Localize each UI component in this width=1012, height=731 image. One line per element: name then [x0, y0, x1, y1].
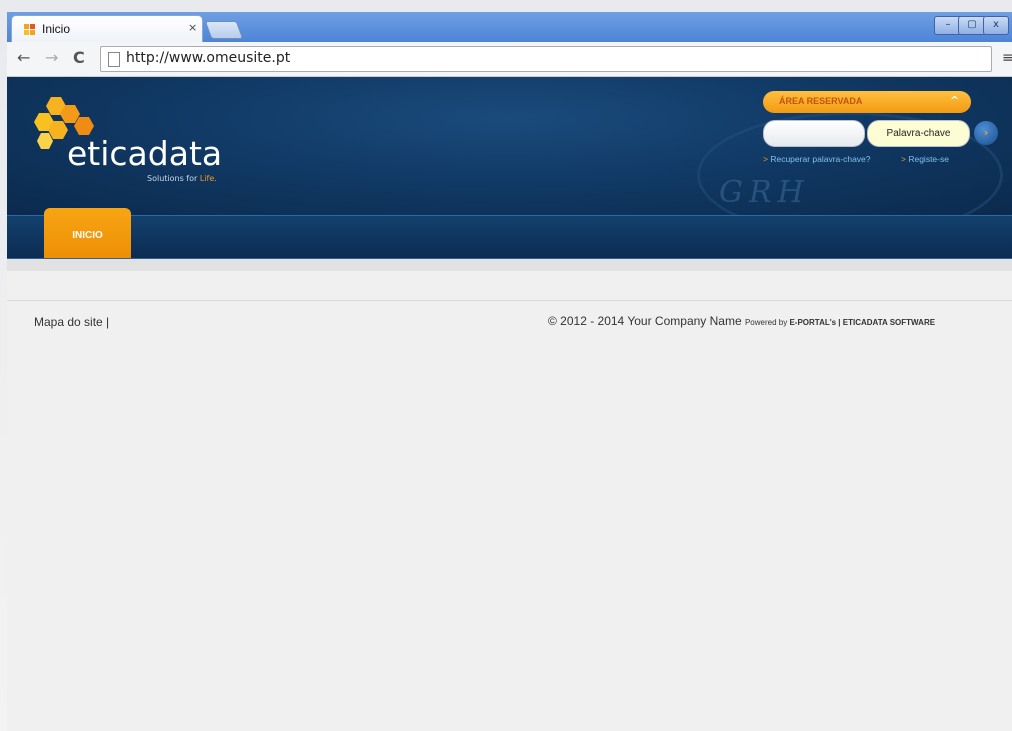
recover-arrow-icon: > [763, 154, 768, 164]
logo-tagline: Solutions for Life. [147, 174, 217, 183]
footer-copyright: © 2012 - 2014 Your Company Name Powered … [548, 314, 935, 328]
tab-title: Inicio [42, 22, 71, 36]
powered-by-text: Powered by [744, 318, 790, 327]
address-bar[interactable]: http://www.omeusite.pt [100, 46, 992, 72]
new-tab-button[interactable] [204, 21, 244, 39]
recover-password-label: Recuperar palavra-chave? [770, 154, 871, 164]
footer-divider [7, 300, 1012, 301]
back-icon[interactable]: ← [17, 48, 30, 67]
reserved-area-title: ÁREA RESERVADA [779, 96, 863, 106]
menu-icon[interactable]: ≡ [1002, 50, 1012, 66]
logo-wordmark[interactable]: eticadata [67, 134, 222, 173]
grh-watermark: GRH [719, 175, 810, 210]
register-link[interactable]: > Registe-se [901, 154, 949, 164]
tab-inicio[interactable]: Inicio × [11, 15, 203, 43]
url-text[interactable]: http://www.omeusite.pt [126, 50, 290, 66]
site-nav: INICIO [7, 208, 1012, 260]
close-window-button[interactable]: x [983, 16, 1009, 35]
register-arrow-icon: > [901, 154, 906, 164]
tagline-highlight: Life. [199, 174, 217, 183]
site-header: GRH eticadata Solutions for Life. ÁREA R… [7, 77, 1012, 215]
browser-toolbar: ← → C http://www.omeusite.pt ≡ [7, 42, 1012, 77]
page-icon [108, 52, 120, 67]
header-shadow-band [7, 259, 1012, 271]
reload-icon[interactable]: C [73, 48, 85, 67]
sitemap-link[interactable]: Mapa do site | [34, 315, 109, 329]
reserved-area-header[interactable]: ÁREA RESERVADA ^ [763, 91, 971, 113]
copyright-text: © 2012 - 2014 Your Company Name [548, 314, 745, 328]
tab-strip: Inicio × – ▢ x [7, 12, 1012, 43]
chevron-up-icon[interactable]: ^ [950, 94, 959, 107]
nav-tab-label: INICIO [72, 230, 103, 241]
password-input[interactable]: Palavra-chave [867, 120, 970, 147]
powered-by-brand[interactable]: E-PORTAL's | ETICADATA SOFTWARE [789, 318, 935, 327]
forward-icon[interactable]: → [45, 48, 58, 67]
username-input[interactable] [763, 120, 865, 147]
maximize-button[interactable]: ▢ [958, 16, 986, 35]
tab-close-icon[interactable]: × [188, 21, 197, 34]
browser-window: Inicio × – ▢ x ← → C http://www.omeusite… [7, 12, 1012, 731]
nav-tab-inicio[interactable]: INICIO [44, 208, 131, 258]
tagline-prefix: Solutions for [147, 174, 200, 183]
register-label: Registe-se [908, 154, 949, 164]
favicon-icon [24, 24, 35, 35]
recover-password-link[interactable]: > Recuperar palavra-chave? [763, 154, 871, 164]
login-go-button[interactable]: › [974, 121, 998, 145]
